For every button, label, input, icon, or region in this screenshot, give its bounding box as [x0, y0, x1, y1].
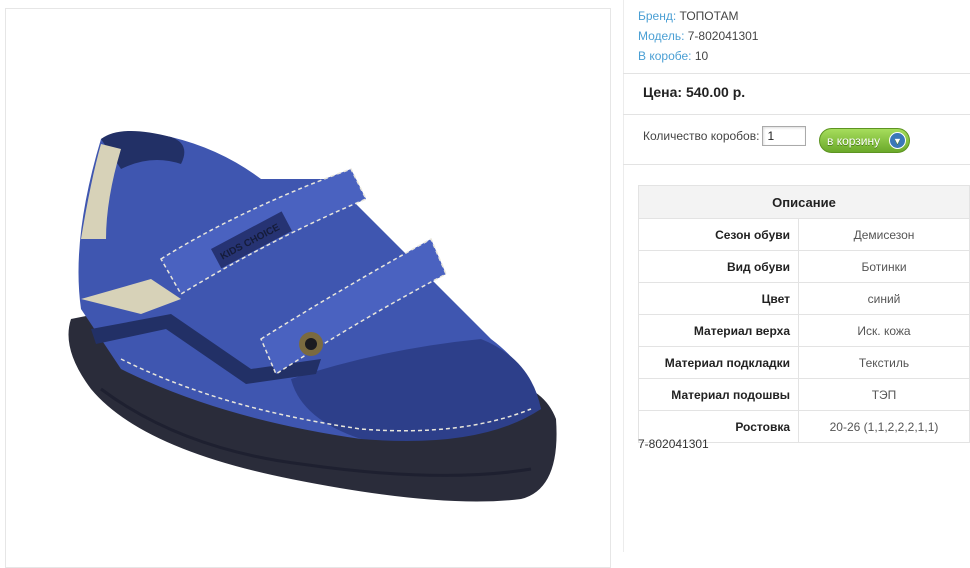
spec-value: синий [798, 282, 970, 315]
model-label: Модель: [638, 29, 685, 43]
box-value: 10 [694, 49, 709, 63]
spec-key: Материал подкладки [638, 346, 799, 379]
table-row: Материал верха Иск. кожа [638, 314, 970, 347]
product-image-frame[interactable]: KIDS CHOICE [5, 8, 611, 568]
cart-button-label: в корзину [827, 133, 881, 148]
divider-price [623, 114, 970, 115]
spec-key: Цвет [638, 282, 799, 315]
table-row: Сезон обуви Демисезон [638, 218, 970, 251]
divider-top [623, 73, 970, 74]
quantity-input[interactable] [762, 126, 807, 146]
brand-label: Бренд: [638, 9, 677, 23]
spec-value: 20-26 (1,1,2,2,2,1,1) [798, 410, 970, 443]
spec-key: Материал верха [638, 314, 799, 347]
spec-value: Текстиль [798, 346, 970, 379]
brand-value: ТОПОТАМ [679, 9, 739, 23]
table-row: Вид обуви Ботинки [638, 250, 970, 283]
table-row: Цвет синий [638, 282, 970, 315]
spec-value: Иск. кожа [798, 314, 970, 347]
model-line: Модель: 7-802041301 [638, 26, 758, 46]
box-label: В коробе: [638, 49, 692, 63]
specs-table: Описание Сезон обуви Демисезон Вид обуви… [638, 185, 970, 443]
product-price: Цена: 540.00 р. [643, 84, 746, 100]
add-to-cart-button[interactable]: в корзину ▼ [819, 128, 910, 153]
spec-key: Сезон обуви [638, 218, 799, 251]
table-row: Материал подкладки Текстиль [638, 346, 970, 379]
table-row: Материал подошвы ТЭП [638, 378, 970, 411]
divider-cart [623, 164, 970, 165]
brand-line: Бренд: ТОПОТАМ [638, 6, 758, 26]
spec-key: Материал подошвы [638, 378, 799, 411]
quantity-label: Количество коробов: [643, 129, 760, 143]
product-image: KIDS CHOICE [68, 130, 557, 502]
spec-value: Демисезон [798, 218, 970, 251]
spec-value: ТЭП [798, 378, 970, 411]
product-sku: 7-802041301 [638, 437, 709, 451]
model-value: 7-802041301 [687, 29, 759, 43]
vertical-divider [623, 0, 624, 552]
quantity-row: Количество коробов: [643, 126, 807, 146]
product-info: Бренд: ТОПОТАМ Модель: 7-802041301 В кор… [638, 6, 758, 66]
spec-value: Ботинки [798, 250, 970, 283]
box-line: В коробе: 10 [638, 46, 758, 66]
specs-title: Описание [638, 185, 970, 219]
cart-icon: ▼ [889, 132, 906, 149]
spec-key: Вид обуви [638, 250, 799, 283]
